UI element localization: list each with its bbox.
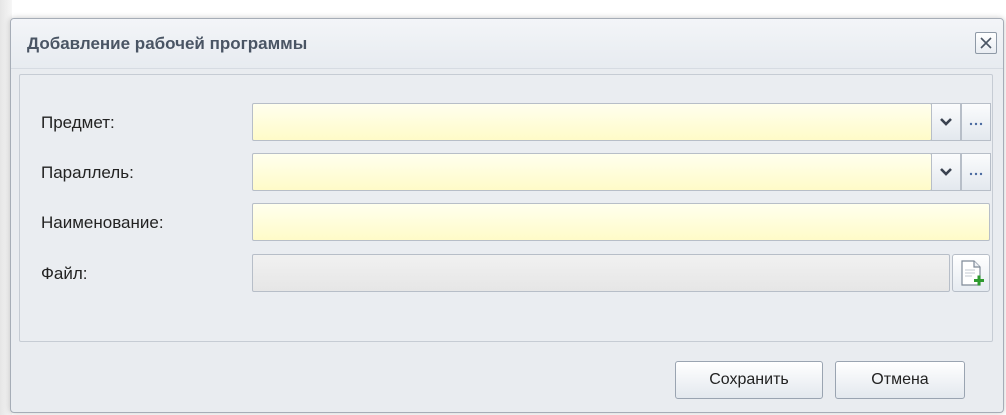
save-button[interactable]: Сохранить	[675, 361, 823, 399]
add-file-button[interactable]	[952, 254, 990, 292]
ellipsis-icon	[969, 122, 983, 126]
name-label: Наименование:	[41, 213, 164, 232]
add-work-program-dialog: Добавление рабочей программы Предмет: Па…	[10, 18, 1004, 413]
close-icon	[980, 37, 992, 49]
ellipsis-icon	[969, 172, 983, 176]
subject-browse-button[interactable]	[961, 103, 991, 141]
parallel-label: Параллель:	[41, 163, 134, 182]
name-input[interactable]	[252, 203, 990, 241]
file-label: Файл:	[41, 264, 88, 283]
form-panel: Предмет: Параллель: Наименование: Файл:	[19, 74, 993, 342]
cancel-button[interactable]: Отмена	[835, 361, 965, 399]
parallel-dropdown-button[interactable]	[931, 153, 961, 191]
close-button[interactable]	[975, 32, 997, 54]
add-file-icon	[961, 260, 984, 286]
dialog-titlebar: Добавление рабочей программы	[11, 19, 1003, 69]
parallel-select[interactable]	[252, 153, 932, 191]
chevron-down-icon	[940, 118, 952, 126]
file-input[interactable]	[252, 254, 950, 292]
subject-select[interactable]	[252, 103, 932, 141]
parallel-browse-button[interactable]	[961, 153, 991, 191]
subject-dropdown-button[interactable]	[931, 103, 961, 141]
chevron-down-icon	[940, 168, 952, 176]
dialog-title: Добавление рабочей программы	[27, 34, 308, 53]
subject-label: Предмет:	[41, 113, 115, 132]
